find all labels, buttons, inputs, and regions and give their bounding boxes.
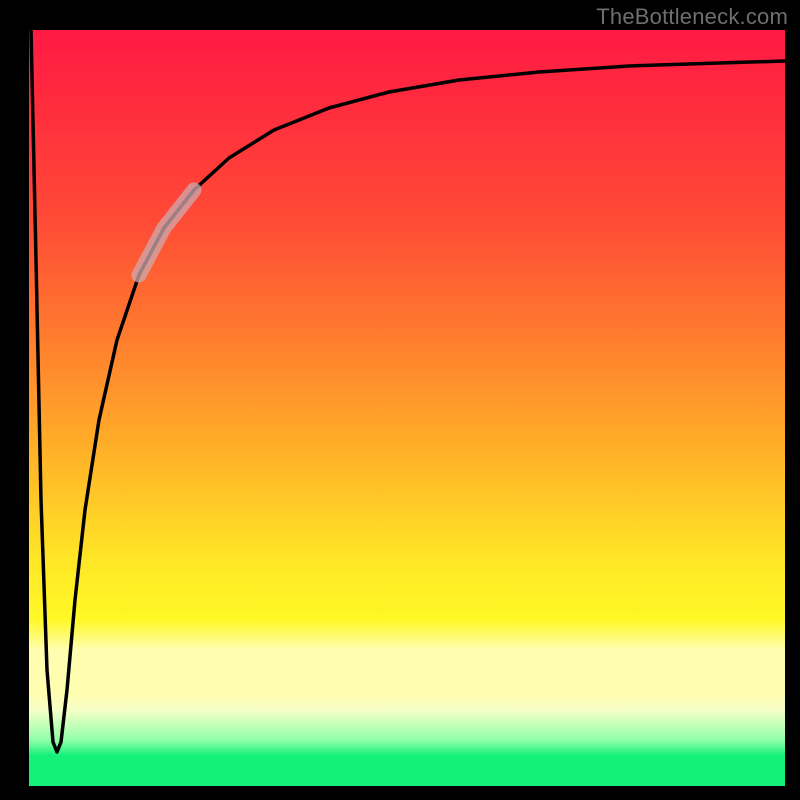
- highlight-overlay: [139, 190, 194, 275]
- attribution-text: TheBottleneck.com: [596, 4, 788, 30]
- black-curve: [31, 30, 785, 752]
- bottleneck-chart: TheBottleneck.com: [0, 0, 800, 800]
- curve-layer: [29, 30, 785, 786]
